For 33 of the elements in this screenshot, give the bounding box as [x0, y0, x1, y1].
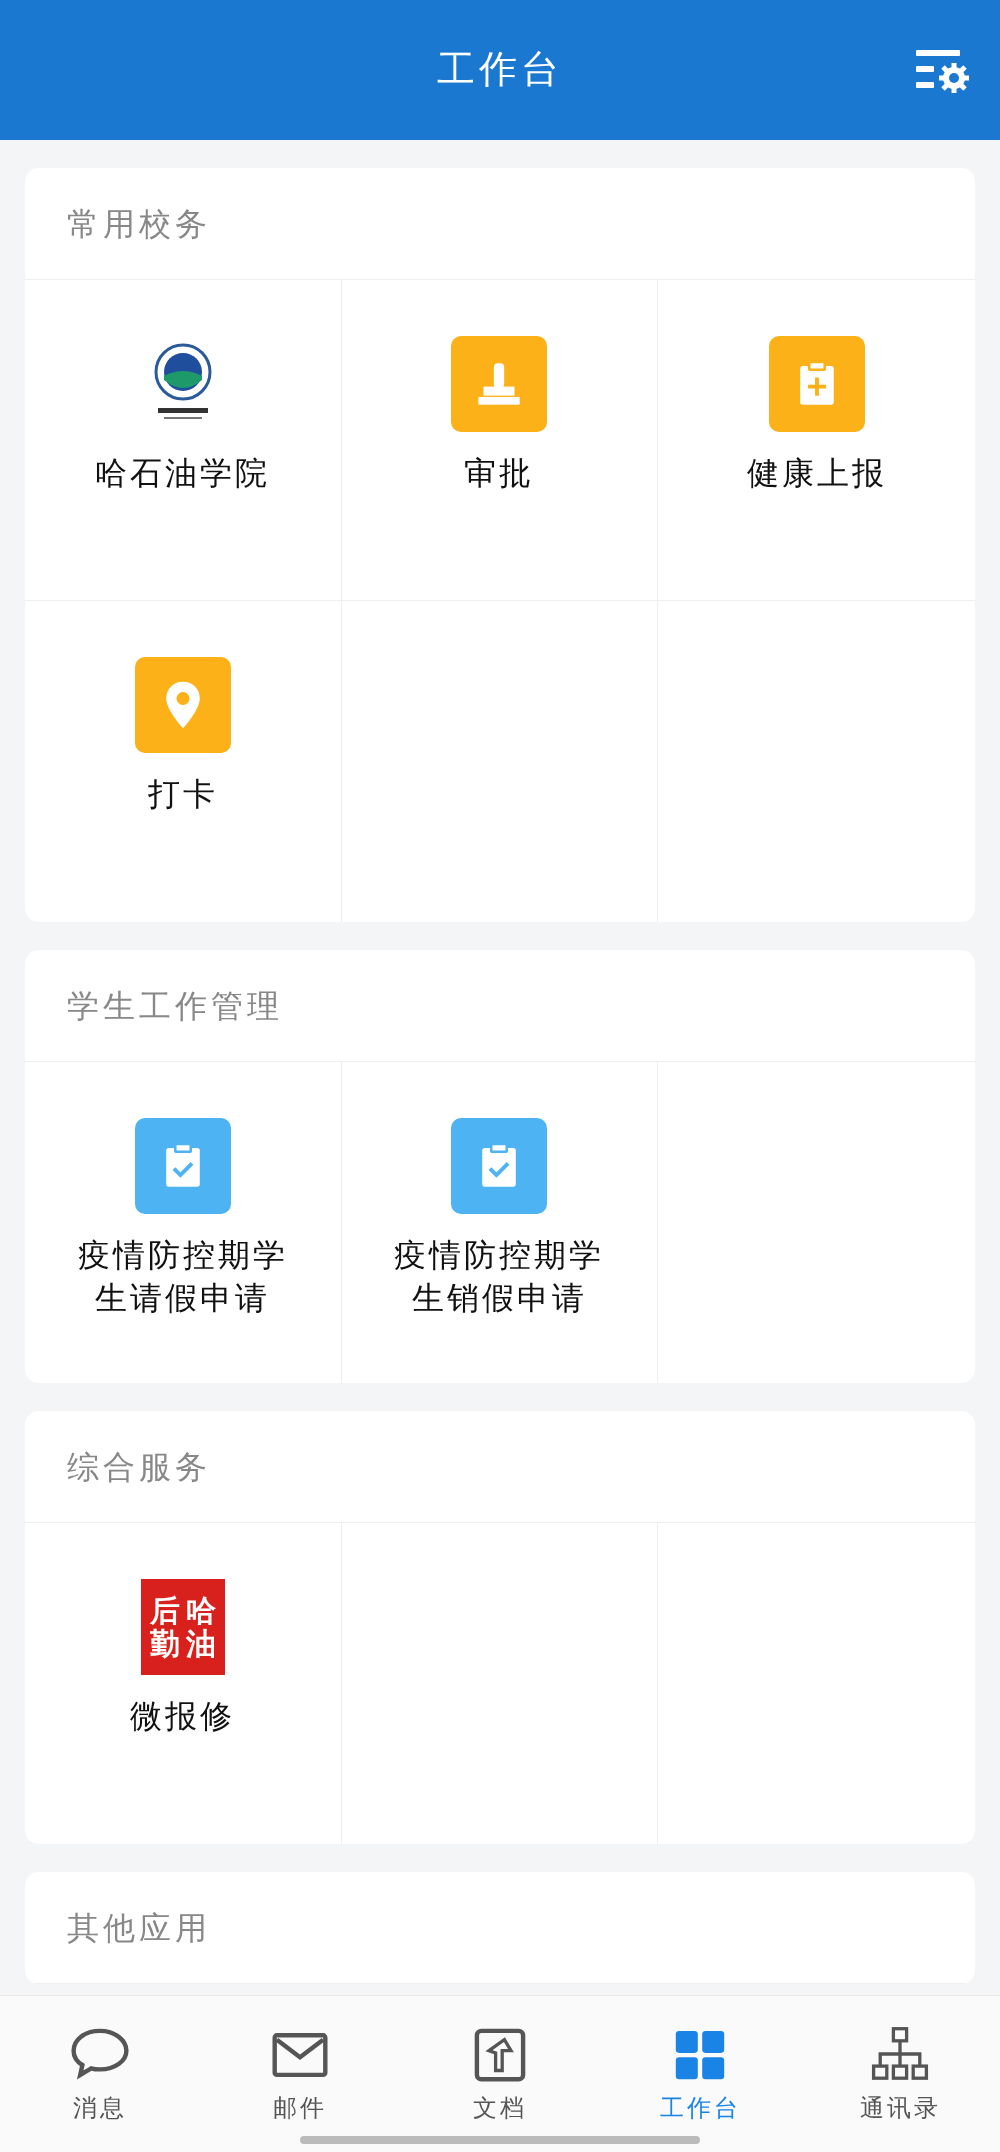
- app-label: 微报修: [130, 1696, 236, 1737]
- app-tile[interactable]: 健康上报: [658, 280, 975, 601]
- app-tile[interactable]: 打卡: [25, 601, 342, 922]
- tab-item[interactable]: 邮件: [200, 1996, 400, 2152]
- tab-item[interactable]: 消息: [0, 1996, 200, 2152]
- stamp-icon: [451, 336, 548, 432]
- seal-character: 哈: [184, 1594, 217, 1627]
- tab-item[interactable]: 工作台: [600, 1996, 800, 2152]
- tab-item[interactable]: 通讯录: [800, 1996, 1000, 2152]
- app-label: 哈石油学院: [95, 453, 271, 494]
- section-title: 学生工作管理: [25, 950, 975, 1062]
- app-tile[interactable]: 疫情防控期学生请假申请: [25, 1062, 342, 1383]
- app-tile[interactable]: 后 哈 勤 油 微报修: [25, 1523, 342, 1844]
- seal-character: 后: [148, 1594, 181, 1627]
- seal-character: 勤: [148, 1627, 181, 1660]
- section-title: 常用校务: [25, 168, 975, 280]
- clipboard-check-icon: [134, 1118, 231, 1214]
- seal-character: 油: [184, 1627, 217, 1660]
- app-tile[interactable]: 疫情防控期学生销假申请: [341, 1062, 659, 1383]
- section-title: 其他应用: [25, 1872, 975, 1984]
- tab-item[interactable]: 文档: [400, 1996, 600, 2152]
- app-label: 审批: [464, 453, 535, 494]
- app-label: 健康上报: [746, 453, 887, 494]
- app-label: 疫情防控期学生销假申请: [393, 1235, 606, 1320]
- app-label: 疫情防控期学生请假申请: [76, 1235, 289, 1320]
- location-pin-icon: [134, 657, 231, 753]
- clipboard-check-icon: [451, 1118, 548, 1214]
- clipboard-plus-icon: [768, 336, 865, 432]
- app-tile[interactable]: 哈石油学院: [25, 280, 342, 601]
- app-label: 打卡: [147, 774, 218, 815]
- section-title: 综合服务: [25, 1411, 975, 1523]
- app-tile[interactable]: 审批: [341, 280, 659, 601]
- page-title: 工作台: [437, 47, 563, 93]
